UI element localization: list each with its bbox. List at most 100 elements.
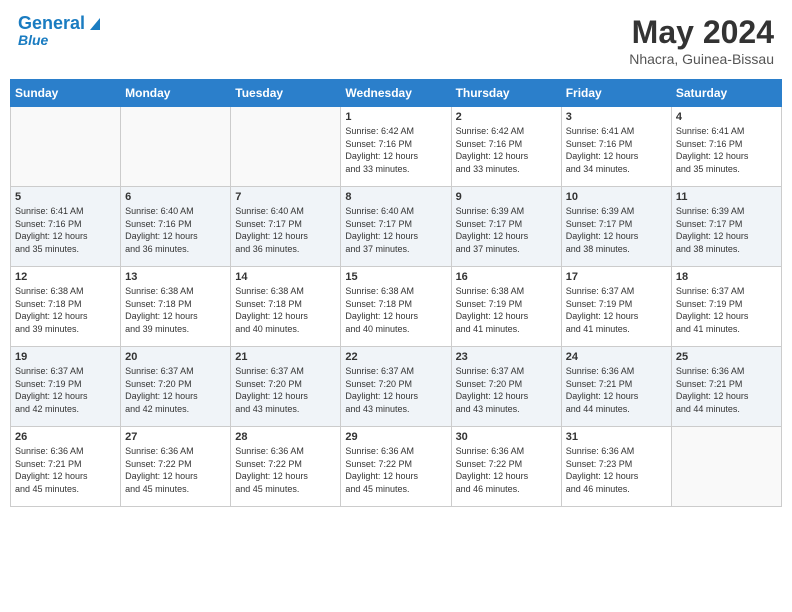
logo-icon	[86, 14, 104, 32]
calendar-cell: 23Sunrise: 6:37 AM Sunset: 7:20 PM Dayli…	[451, 347, 561, 427]
calendar-cell: 28 Sunrise: 6:36 AM Sunset: 7:22 PM Dayli…	[231, 427, 341, 507]
location-text: Nhacra, Guinea-Bissau	[629, 51, 774, 67]
day-info: Sunrise: 6:39 AM Sunset: 7:17 PM Dayligh…	[566, 205, 667, 255]
day-number: 19	[15, 351, 116, 363]
day-number: 30	[456, 431, 557, 443]
calendar-cell	[671, 427, 781, 507]
day-header-thursday: Thursday	[451, 80, 561, 107]
day-info: Sunrise: 6:36 AM Sunset: 7:22 PM Dayligh…	[235, 445, 336, 495]
calendar-cell	[231, 107, 341, 187]
week-row-1: 1 Sunrise: 6:42 AM Sunset: 7:16 PM Daylig…	[11, 107, 782, 187]
calendar-cell: 13 Sunrise: 6:38 AM Sunset: 7:18 PM Dayli…	[121, 267, 231, 347]
month-title: May 2024	[629, 14, 774, 51]
calendar-cell: 10 Sunrise: 6:39 AM Sunset: 7:17 PM Dayli…	[561, 187, 671, 267]
day-info: Sunrise: 6:38 AM Sunset: 7:19 PM Dayligh…	[456, 285, 557, 335]
day-info: Sunrise: 6:42 AM Sunset: 7:16 PM Dayligh…	[456, 125, 557, 175]
day-info: Sunrise: 6:39 AM Sunset: 7:17 PM Dayligh…	[676, 205, 777, 255]
calendar-cell: 4 Sunrise: 6:41 AM Sunset: 7:16 PM Daylig…	[671, 107, 781, 187]
calendar-cell: 31 Sunrise: 6:36 AM Sunset: 7:23 PM Dayli…	[561, 427, 671, 507]
week-row-3: 12 Sunrise: 6:38 AM Sunset: 7:18 PM Dayli…	[11, 267, 782, 347]
day-header-wednesday: Wednesday	[341, 80, 451, 107]
day-info: Sunrise: 6:38 AM Sunset: 7:18 PM Dayligh…	[125, 285, 226, 335]
logo-blue-text: Blue	[18, 32, 48, 48]
calendar-cell	[11, 107, 121, 187]
day-number: 29	[345, 431, 446, 443]
calendar-cell: 25Sunrise: 6:36 AM Sunset: 7:21 PM Dayli…	[671, 347, 781, 427]
calendar-cell: 21Sunrise: 6:37 AM Sunset: 7:20 PM Dayli…	[231, 347, 341, 427]
day-number: 8	[345, 191, 446, 203]
week-row-2: 5Sunrise: 6:41 AM Sunset: 7:16 PM Daylig…	[11, 187, 782, 267]
day-info: Sunrise: 6:40 AM Sunset: 7:16 PM Dayligh…	[125, 205, 226, 255]
day-number: 27	[125, 431, 226, 443]
calendar-cell: 24Sunrise: 6:36 AM Sunset: 7:21 PM Dayli…	[561, 347, 671, 427]
day-number: 9	[456, 191, 557, 203]
day-header-sunday: Sunday	[11, 80, 121, 107]
calendar-cell: 3 Sunrise: 6:41 AM Sunset: 7:16 PM Daylig…	[561, 107, 671, 187]
day-number: 15	[345, 271, 446, 283]
day-info: Sunrise: 6:41 AM Sunset: 7:16 PM Dayligh…	[566, 125, 667, 175]
page-header: General Blue May 2024 Nhacra, Guinea-Bis…	[10, 10, 782, 71]
days-header-row: SundayMondayTuesdayWednesdayThursdayFrid…	[11, 80, 782, 107]
day-info: Sunrise: 6:36 AM Sunset: 7:23 PM Dayligh…	[566, 445, 667, 495]
day-number: 1	[345, 111, 446, 123]
calendar-cell: 15 Sunrise: 6:38 AM Sunset: 7:18 PM Dayli…	[341, 267, 451, 347]
day-info: Sunrise: 6:37 AM Sunset: 7:20 PM Dayligh…	[125, 365, 226, 415]
day-number: 28	[235, 431, 336, 443]
calendar-cell: 30 Sunrise: 6:36 AM Sunset: 7:22 PM Dayli…	[451, 427, 561, 507]
calendar-cell: 9 Sunrise: 6:39 AM Sunset: 7:17 PM Daylig…	[451, 187, 561, 267]
day-number: 13	[125, 271, 226, 283]
day-number: 24	[566, 351, 667, 363]
calendar-cell: 11Sunrise: 6:39 AM Sunset: 7:17 PM Dayli…	[671, 187, 781, 267]
day-number: 3	[566, 111, 667, 123]
day-header-tuesday: Tuesday	[231, 80, 341, 107]
day-info: Sunrise: 6:36 AM Sunset: 7:21 PM Dayligh…	[15, 445, 116, 495]
calendar-cell: 12 Sunrise: 6:38 AM Sunset: 7:18 PM Dayli…	[11, 267, 121, 347]
day-info: Sunrise: 6:37 AM Sunset: 7:20 PM Dayligh…	[345, 365, 446, 415]
calendar-cell: 16 Sunrise: 6:38 AM Sunset: 7:19 PM Dayli…	[451, 267, 561, 347]
day-info: Sunrise: 6:38 AM Sunset: 7:18 PM Dayligh…	[345, 285, 446, 335]
day-info: Sunrise: 6:41 AM Sunset: 7:16 PM Dayligh…	[676, 125, 777, 175]
calendar-cell: 22 Sunrise: 6:37 AM Sunset: 7:20 PM Dayli…	[341, 347, 451, 427]
calendar-cell: 17 Sunrise: 6:37 AM Sunset: 7:19 PM Dayli…	[561, 267, 671, 347]
day-number: 31	[566, 431, 667, 443]
calendar-cell: 27Sunrise: 6:36 AM Sunset: 7:22 PM Dayli…	[121, 427, 231, 507]
day-number: 26	[15, 431, 116, 443]
day-number: 22	[345, 351, 446, 363]
day-number: 17	[566, 271, 667, 283]
calendar-cell: 8 Sunrise: 6:40 AM Sunset: 7:17 PM Daylig…	[341, 187, 451, 267]
calendar-cell: 26 Sunrise: 6:36 AM Sunset: 7:21 PM Dayli…	[11, 427, 121, 507]
day-header-friday: Friday	[561, 80, 671, 107]
day-info: Sunrise: 6:37 AM Sunset: 7:19 PM Dayligh…	[15, 365, 116, 415]
calendar-cell: 6Sunrise: 6:40 AM Sunset: 7:16 PM Daylig…	[121, 187, 231, 267]
calendar-cell: 18Sunrise: 6:37 AM Sunset: 7:19 PM Dayli…	[671, 267, 781, 347]
calendar-cell: 14Sunrise: 6:38 AM Sunset: 7:18 PM Dayli…	[231, 267, 341, 347]
calendar-cell: 5Sunrise: 6:41 AM Sunset: 7:16 PM Daylig…	[11, 187, 121, 267]
day-info: Sunrise: 6:40 AM Sunset: 7:17 PM Dayligh…	[345, 205, 446, 255]
logo: General Blue	[18, 14, 104, 48]
day-number: 7	[235, 191, 336, 203]
day-number: 21	[235, 351, 336, 363]
title-section: May 2024 Nhacra, Guinea-Bissau	[629, 14, 774, 67]
day-number: 12	[15, 271, 116, 283]
day-number: 4	[676, 111, 777, 123]
week-row-4: 19 Sunrise: 6:37 AM Sunset: 7:19 PM Dayli…	[11, 347, 782, 427]
day-info: Sunrise: 6:41 AM Sunset: 7:16 PM Dayligh…	[15, 205, 116, 255]
day-info: Sunrise: 6:37 AM Sunset: 7:19 PM Dayligh…	[676, 285, 777, 335]
calendar-cell: 1 Sunrise: 6:42 AM Sunset: 7:16 PM Daylig…	[341, 107, 451, 187]
day-info: Sunrise: 6:42 AM Sunset: 7:16 PM Dayligh…	[345, 125, 446, 175]
calendar-cell: 19 Sunrise: 6:37 AM Sunset: 7:19 PM Dayli…	[11, 347, 121, 427]
day-number: 14	[235, 271, 336, 283]
logo-text: General	[18, 14, 85, 32]
day-number: 2	[456, 111, 557, 123]
day-number: 20	[125, 351, 226, 363]
day-number: 16	[456, 271, 557, 283]
day-info: Sunrise: 6:38 AM Sunset: 7:18 PM Dayligh…	[15, 285, 116, 335]
day-info: Sunrise: 6:37 AM Sunset: 7:20 PM Dayligh…	[456, 365, 557, 415]
day-info: Sunrise: 6:36 AM Sunset: 7:22 PM Dayligh…	[456, 445, 557, 495]
day-info: Sunrise: 6:39 AM Sunset: 7:17 PM Dayligh…	[456, 205, 557, 255]
day-number: 25	[676, 351, 777, 363]
calendar-cell: 2 Sunrise: 6:42 AM Sunset: 7:16 PM Daylig…	[451, 107, 561, 187]
day-info: Sunrise: 6:37 AM Sunset: 7:19 PM Dayligh…	[566, 285, 667, 335]
day-info: Sunrise: 6:36 AM Sunset: 7:22 PM Dayligh…	[345, 445, 446, 495]
day-number: 10	[566, 191, 667, 203]
